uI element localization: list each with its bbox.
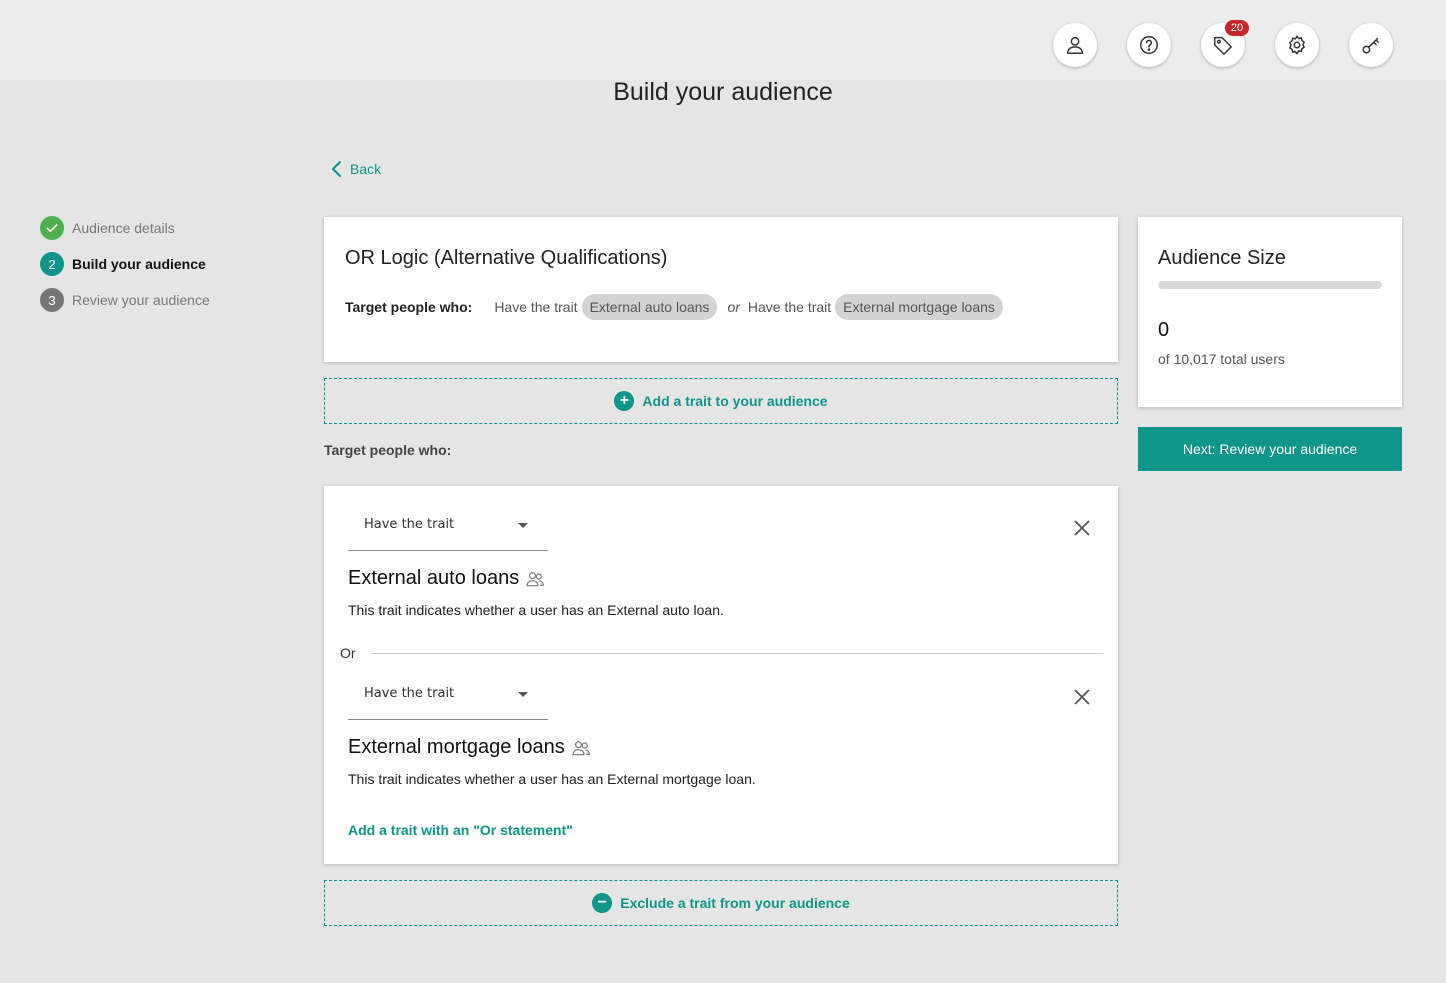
- target-section-label: Target people who:: [324, 442, 452, 458]
- exclude-trait-button[interactable]: − Exclude a trait from your audience: [324, 880, 1118, 926]
- trait-condition-select[interactable]: Have the trait: [348, 678, 548, 720]
- trait-description: This trait indicates whether a user has …: [348, 602, 724, 618]
- step-label: Audience details: [72, 220, 175, 236]
- audience-total: of 10,017 total users: [1158, 351, 1285, 367]
- step-audience-details[interactable]: Audience details: [40, 216, 210, 240]
- audience-count: 0: [1158, 319, 1170, 341]
- clause-prefix: Have the trait: [494, 299, 578, 315]
- clause-prefix: Have the trait: [747, 299, 832, 315]
- audience-size-bar: [1158, 281, 1382, 289]
- check-icon: [40, 216, 64, 240]
- page-title: Build your audience: [613, 78, 833, 106]
- trait-name-text: External auto loans: [348, 567, 520, 589]
- users-icon: [572, 740, 590, 755]
- notification-badge: 20: [1225, 20, 1249, 36]
- divider-line: [371, 652, 1103, 654]
- trait-name: External mortgage loans: [348, 736, 591, 759]
- gear-icon[interactable]: [1275, 23, 1319, 67]
- exclude-trait-label: Exclude a trait from your audience: [620, 895, 850, 911]
- or-divider: Or: [340, 645, 1103, 661]
- or-operator: or: [727, 299, 740, 315]
- user-icon[interactable]: [1053, 23, 1097, 67]
- minus-icon: −: [592, 893, 613, 913]
- plus-icon: +: [614, 391, 635, 411]
- step-build-audience[interactable]: 2 Build your audience: [40, 252, 210, 276]
- step-number: 2: [40, 252, 64, 276]
- select-value: Have the trait: [364, 686, 455, 701]
- audience-size-title: Audience Size: [1158, 247, 1286, 269]
- trait-chip: External auto loans: [581, 294, 718, 320]
- next-review-button[interactable]: Next: Review your audience: [1138, 427, 1402, 471]
- logic-summary-card: OR Logic (Alternative Qualifications) Ta…: [324, 217, 1118, 362]
- logic-summary: Target people who: Have the trait Extern…: [345, 294, 1003, 320]
- select-value: Have the trait: [364, 517, 455, 532]
- close-icon: [1074, 520, 1090, 536]
- back-link[interactable]: Back: [330, 160, 381, 178]
- step-review-audience[interactable]: 3 Review your audience: [40, 288, 210, 312]
- stepper: Audience details 2 Build your audience 3…: [40, 216, 210, 324]
- remove-trait-button[interactable]: [1072, 518, 1092, 538]
- tag-icon[interactable]: 20: [1201, 20, 1249, 67]
- trait-condition-select[interactable]: Have the trait: [348, 509, 548, 551]
- users-icon: [526, 571, 545, 586]
- trait-name-text: External mortgage loans: [348, 736, 565, 758]
- step-label: Build your audience: [72, 256, 206, 272]
- target-label: Target people who:: [345, 299, 473, 315]
- trait-name: External auto loans: [348, 567, 545, 590]
- chevron-left-icon: [332, 161, 341, 177]
- remove-trait-button[interactable]: [1072, 687, 1092, 707]
- step-label: Review your audience: [72, 292, 210, 308]
- help-icon[interactable]: [1127, 23, 1171, 67]
- or-divider-label: Or: [340, 645, 356, 661]
- add-trait-label: Add a trait to your audience: [642, 393, 828, 409]
- logic-title: OR Logic (Alternative Qualifications): [345, 247, 668, 269]
- top-icon-bar: 20: [1053, 20, 1393, 67]
- close-icon: [1074, 689, 1090, 705]
- key-icon[interactable]: [1349, 23, 1393, 67]
- chevron-down-icon: [518, 692, 528, 697]
- step-number: 3: [40, 288, 64, 312]
- trait-description: This trait indicates whether a user has …: [348, 771, 756, 787]
- traits-card: Have the trait External auto loans This …: [324, 486, 1118, 864]
- back-label: Back: [350, 161, 382, 177]
- trait-chip: External mortgage loans: [835, 294, 1003, 320]
- chevron-down-icon: [518, 523, 528, 528]
- add-or-trait-link[interactable]: Add a trait with an "Or statement": [348, 822, 573, 838]
- audience-size-card: Audience Size 0 of 10,017 total users: [1138, 217, 1402, 407]
- add-trait-button[interactable]: + Add a trait to your audience: [324, 378, 1118, 424]
